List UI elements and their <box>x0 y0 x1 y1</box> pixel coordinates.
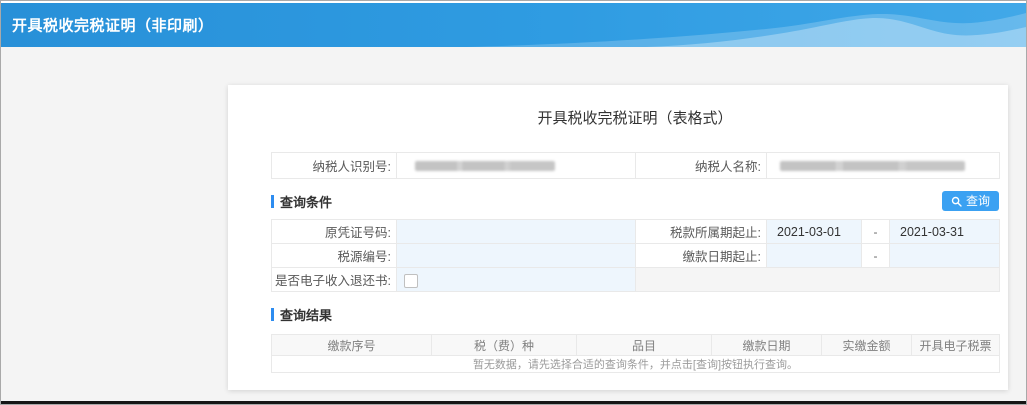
page-header: 开具税收完税证明（非印刷） <box>1 3 1026 47</box>
tax-period-start-input[interactable]: 2021-03-01 <box>766 219 862 244</box>
original-voucher-input[interactable] <box>396 219 636 244</box>
section-query-conditions: 查询条件 <box>271 192 332 211</box>
section-title-text: 查询条件 <box>280 194 333 210</box>
query-conditions-section-header: 查询条件 查询 <box>271 190 999 212</box>
taxpayer-name-label: 纳税人名称: <box>635 152 767 179</box>
results-empty-row: 暂无数据，请先选择合适的查询条件，并点击[查询]按钮执行查询。 <box>271 355 1000 373</box>
column-paid-amount: 实缴金额 <box>821 334 912 356</box>
column-issue-eticket: 开具电子税票 <box>911 334 1000 356</box>
empty-state-message: 暂无数据，请先选择合适的查询条件，并点击[查询]按钮执行查询。 <box>271 355 1000 373</box>
payment-date-separator: - <box>861 243 890 268</box>
form-row-3: 是否电子收入退还书: <box>271 267 1000 292</box>
tax-period-end-input[interactable]: 2021-03-31 <box>889 219 1000 244</box>
taxpayer-name-value <box>766 152 1000 179</box>
e-refund-label: 是否电子收入退还书: <box>271 267 397 292</box>
page-body: 开具税收完税证明（表格式） 纳税人识别号: 纳税人名称: 查询条件 查询 原凭证… <box>1 47 1026 403</box>
e-refund-checkbox[interactable] <box>404 274 418 289</box>
tax-period-separator: - <box>861 219 890 244</box>
payment-date-end-input[interactable] <box>889 243 1000 268</box>
bottom-border-line <box>1 401 1026 404</box>
taxpayer-row: 纳税人识别号: 纳税人名称: <box>271 152 1000 179</box>
column-item: 品目 <box>576 334 712 356</box>
section-accent-bar <box>271 194 274 208</box>
tax-source-label: 税源编号: <box>271 243 397 268</box>
form-empty-cell <box>635 267 1000 292</box>
results-header-row: 缴款序号 税（费）种 品目 缴款日期 实缴金额 开具电子税票 <box>271 334 1000 356</box>
redacted-taxpayer-name <box>780 160 965 171</box>
column-payment-serial: 缴款序号 <box>271 334 432 356</box>
redacted-taxpayer-id <box>415 160 555 171</box>
section-query-results: 查询结果 <box>271 305 332 324</box>
tax-source-input[interactable] <box>396 243 636 268</box>
screen: 开具税收完税证明（非印刷） 开具税收完税证明（表格式） 纳税人识别号: 纳税人名… <box>0 0 1027 405</box>
column-tax-type: 税（费）种 <box>431 334 577 356</box>
original-voucher-label: 原凭证号码: <box>271 219 397 244</box>
form-row-2: 税源编号: 缴款日期起止: - <box>271 243 1000 268</box>
taxpayer-id-value <box>396 152 636 179</box>
e-refund-checkbox-cell <box>396 267 636 292</box>
card-title: 开具税收完税证明（表格式） <box>537 110 733 127</box>
section-title-text: 查询结果 <box>280 307 333 323</box>
mountain-decoration <box>466 13 1026 47</box>
query-conditions-form: 原凭证号码: 税款所属期起止: 2021-03-01 - 2021-03-31 … <box>271 219 1000 292</box>
query-button[interactable]: 查询 <box>941 191 999 211</box>
taxpayer-info-table: 纳税人识别号: 纳税人名称: <box>271 152 1000 179</box>
payment-date-start-input[interactable] <box>766 243 862 268</box>
query-results-section-header: 查询结果 <box>271 303 999 325</box>
content-card: 开具税收完税证明（表格式） 纳税人识别号: 纳税人名称: 查询条件 查询 原凭证… <box>228 85 1008 390</box>
form-row-1: 原凭证号码: 税款所属期起止: 2021-03-01 - 2021-03-31 <box>271 219 1000 244</box>
payment-date-label: 缴款日期起止: <box>635 243 767 268</box>
search-icon <box>951 196 962 207</box>
column-payment-date: 缴款日期 <box>711 334 822 356</box>
section-accent-bar <box>271 307 274 321</box>
tax-period-label: 税款所属期起止: <box>635 219 767 244</box>
query-results-table: 缴款序号 税（费）种 品目 缴款日期 实缴金额 开具电子税票 暂无数据，请先选择… <box>271 334 1000 373</box>
page-title: 开具税收完税证明（非印刷） <box>12 17 214 35</box>
taxpayer-id-label: 纳税人识别号: <box>271 152 397 179</box>
query-button-label: 查询 <box>965 194 990 208</box>
